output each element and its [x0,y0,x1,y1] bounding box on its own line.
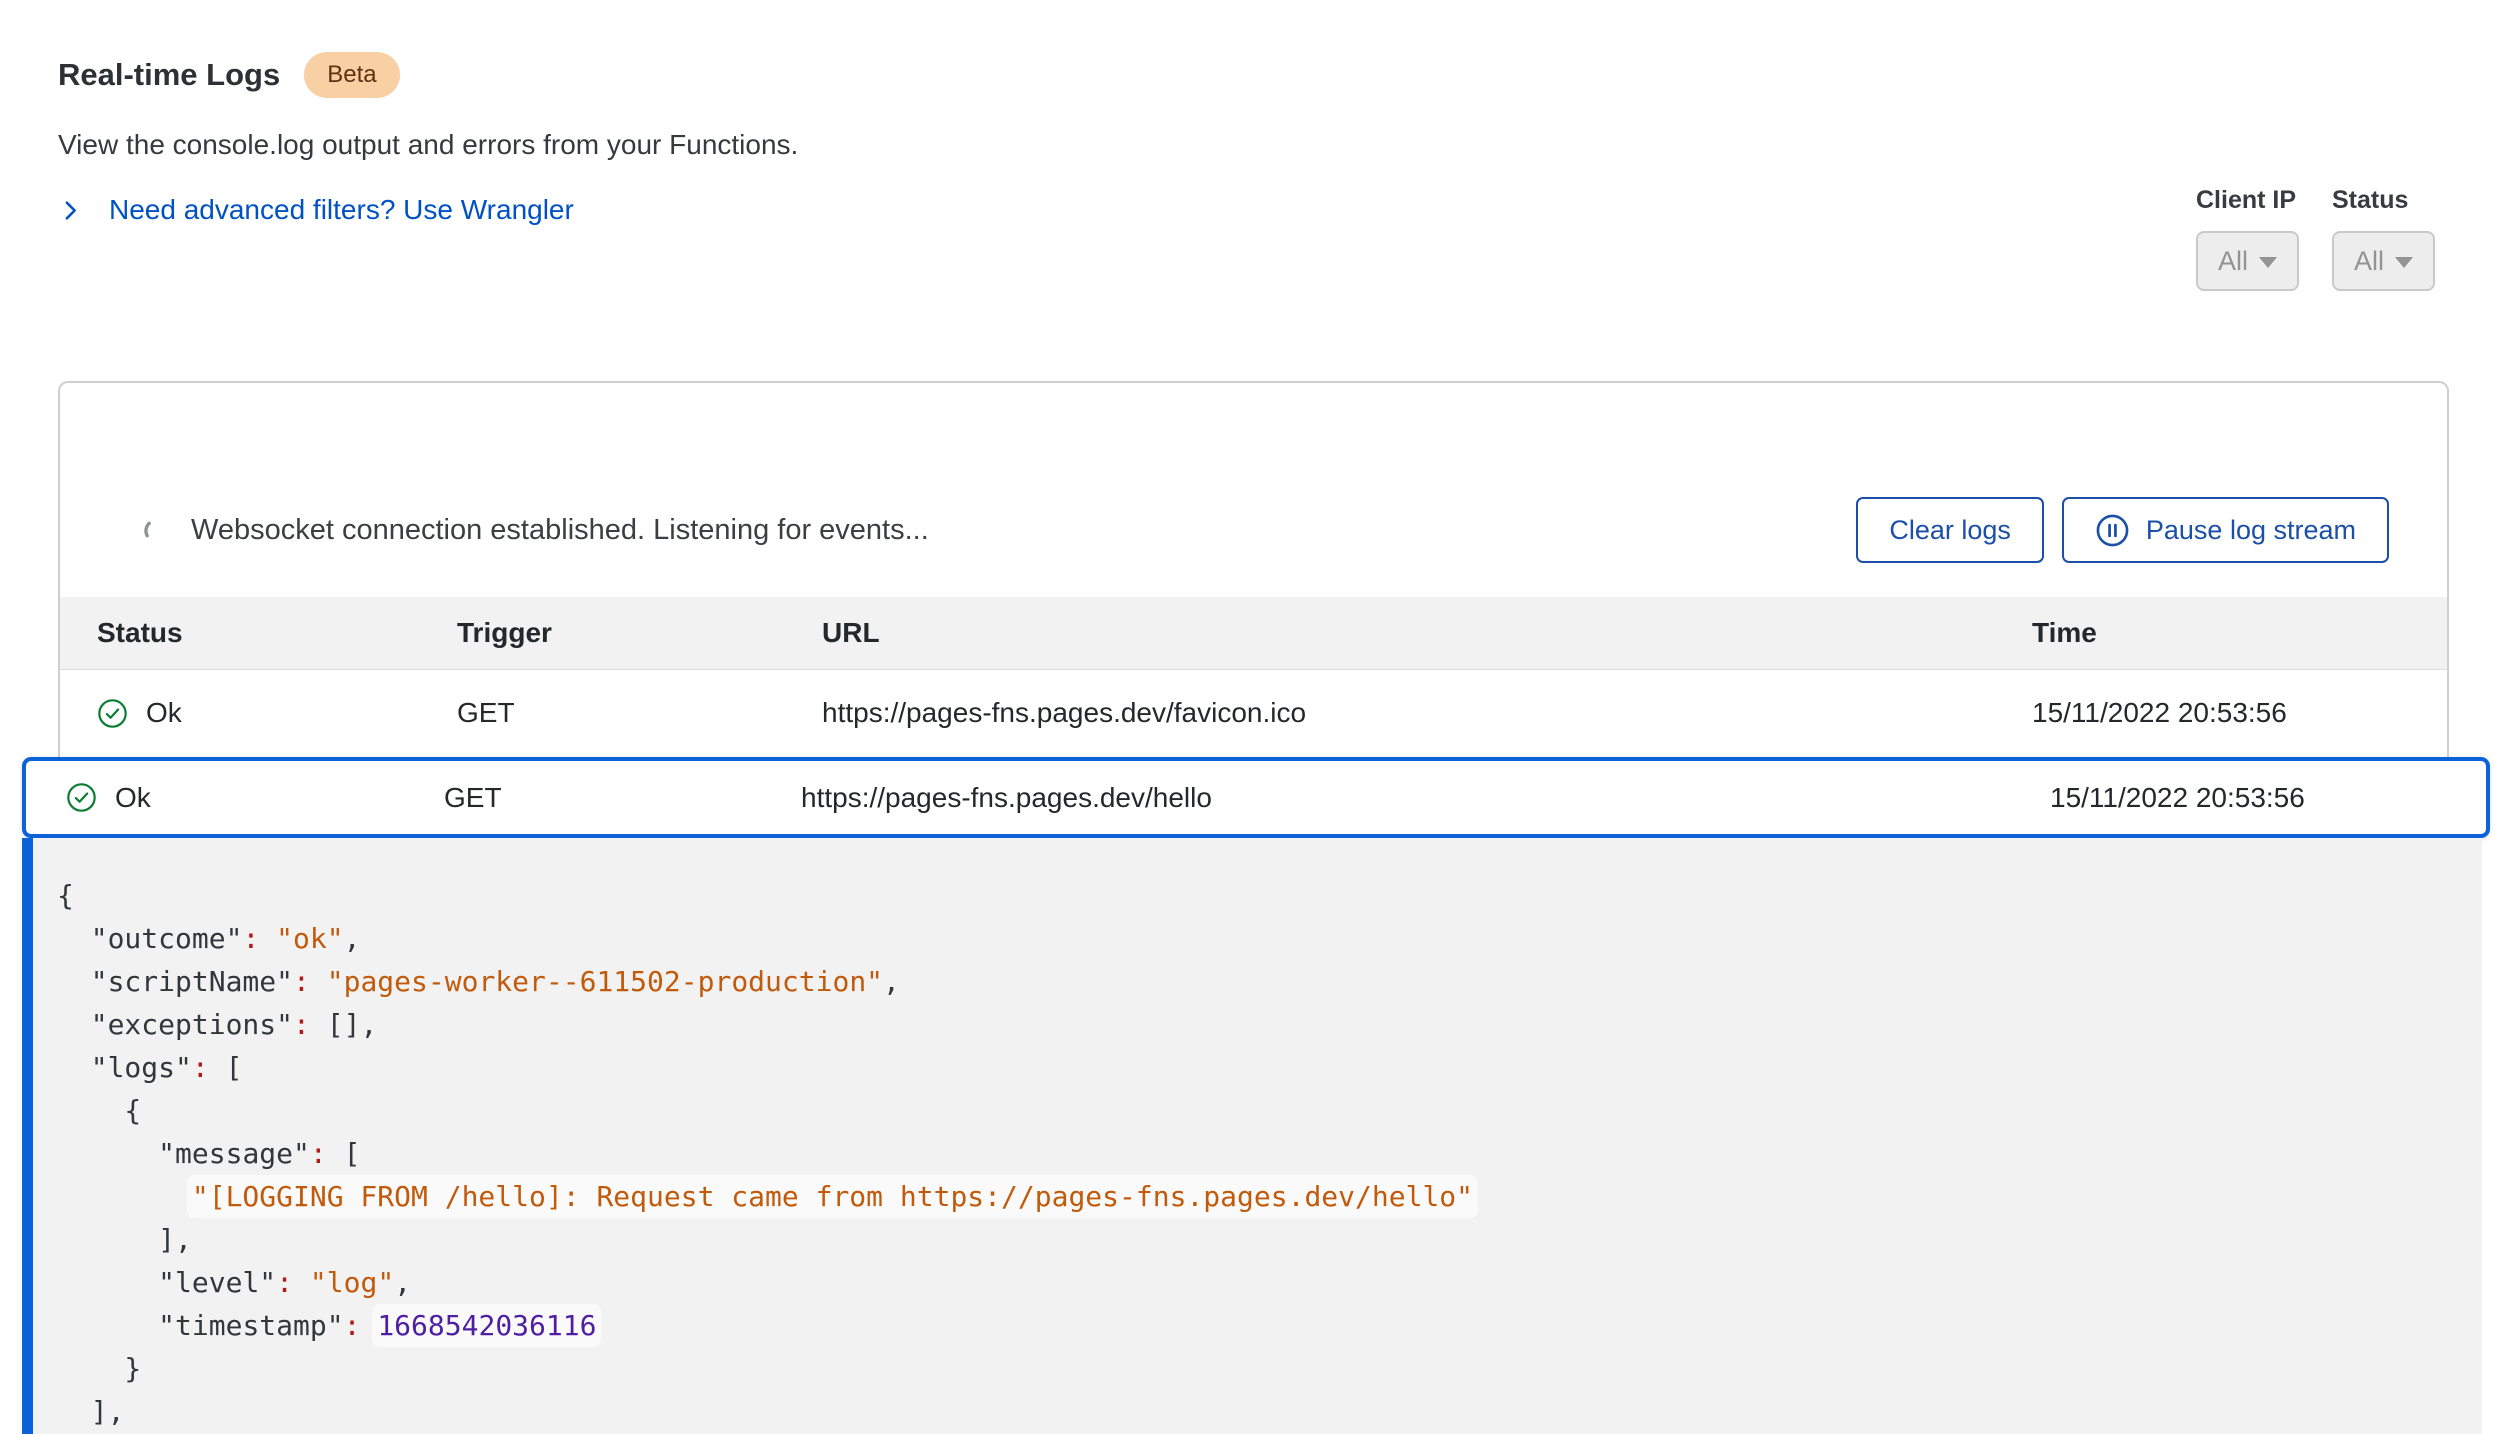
check-circle-icon [66,782,97,813]
client-ip-filter: Client IP All [2196,186,2299,291]
json-code-line: { [57,874,2482,917]
status-value: Ok [146,697,182,729]
clear-logs-label: Clear logs [1889,515,2011,546]
websocket-status: Websocket connection established. Listen… [142,514,929,547]
trigger-cell: GET [457,697,822,729]
json-code-line: ], [57,1390,2482,1433]
column-header-trigger: Trigger [457,617,822,649]
url-cell: https://pages-fns.pages.dev/hello [801,782,2050,814]
json-code-line: "logs": [ [57,1046,2482,1089]
beta-badge: Beta [304,52,399,98]
table-header: Status Trigger URL Time [60,597,2447,670]
column-header-time: Time [2032,617,2410,649]
json-code-line: "outcome": "ok", [57,917,2482,960]
status-cell: Ok [97,697,457,729]
json-code-line: "exceptions": [], [57,1003,2482,1046]
time-cell: 15/11/2022 20:53:56 [2050,782,2446,814]
status-dropdown[interactable]: All [2332,231,2435,291]
wrangler-link[interactable]: Need advanced filters? Use Wrangler [58,194,798,226]
caret-down-icon [2395,257,2413,268]
title-row: Real-time Logs Beta [58,52,798,98]
json-code-line: "message": [ [57,1132,2482,1175]
column-header-url: URL [822,617,2032,649]
page-header: Real-time Logs Beta View the console.log… [58,52,798,226]
json-code-line: "[LOGGING FROM /hello]: Request came fro… [57,1175,2482,1218]
pause-log-stream-button[interactable]: Pause log stream [2062,497,2389,563]
column-header-status: Status [97,617,457,649]
time-cell: 15/11/2022 20:53:56 [2032,697,2410,729]
client-ip-dropdown-value: All [2218,246,2248,277]
page-title: Real-time Logs [58,57,280,93]
status-dropdown-value: All [2354,246,2384,277]
chevron-right-icon [58,198,83,223]
json-code-line: } [57,1347,2482,1390]
panel-toolbar: Websocket connection established. Listen… [60,383,2447,597]
panel-actions: Clear logs Pause log stream [1856,497,2389,563]
websocket-status-text: Websocket connection established. Listen… [191,514,929,547]
log-json-view: { "outcome": "ok", "scriptName": "pages-… [22,838,2482,1434]
pause-log-stream-label: Pause log stream [2146,515,2356,546]
spinner-icon [142,517,169,544]
table-row[interactable]: Ok GET https://pages-fns.pages.dev/favic… [60,670,2447,756]
json-code-line: ], [57,1218,2482,1261]
status-filter: Status All [2332,186,2435,291]
filters: Client IP All Status All [2196,186,2435,291]
json-code-line: "scriptName": "pages-worker--611502-prod… [57,960,2482,1003]
clear-logs-button[interactable]: Clear logs [1856,497,2044,563]
pause-circle-icon [2095,513,2130,548]
expanded-log-entry: Ok GET https://pages-fns.pages.dev/hello… [22,757,2490,1434]
caret-down-icon [2259,257,2277,268]
log-json-code: { "outcome": "ok", "scriptName": "pages-… [57,874,2482,1433]
json-code-line: "timestamp": 1668542036116 [57,1304,2482,1347]
table-row-selected[interactable]: Ok GET https://pages-fns.pages.dev/hello… [22,757,2490,838]
json-code-line: { [57,1089,2482,1132]
trigger-cell: GET [444,782,801,814]
realtime-logs-page: Real-time Logs Beta View the console.log… [0,0,2508,1434]
page-subtitle: View the console.log output and errors f… [58,129,798,161]
client-ip-dropdown[interactable]: All [2196,231,2299,291]
status-value: Ok [115,782,151,814]
client-ip-label: Client IP [2196,186,2299,215]
status-cell: Ok [66,782,444,814]
check-circle-icon [97,698,128,729]
wrangler-link-label: Need advanced filters? Use Wrangler [109,194,574,226]
url-cell: https://pages-fns.pages.dev/favicon.ico [822,697,2032,729]
status-filter-label: Status [2332,186,2435,215]
json-code-line: "level": "log", [57,1261,2482,1304]
